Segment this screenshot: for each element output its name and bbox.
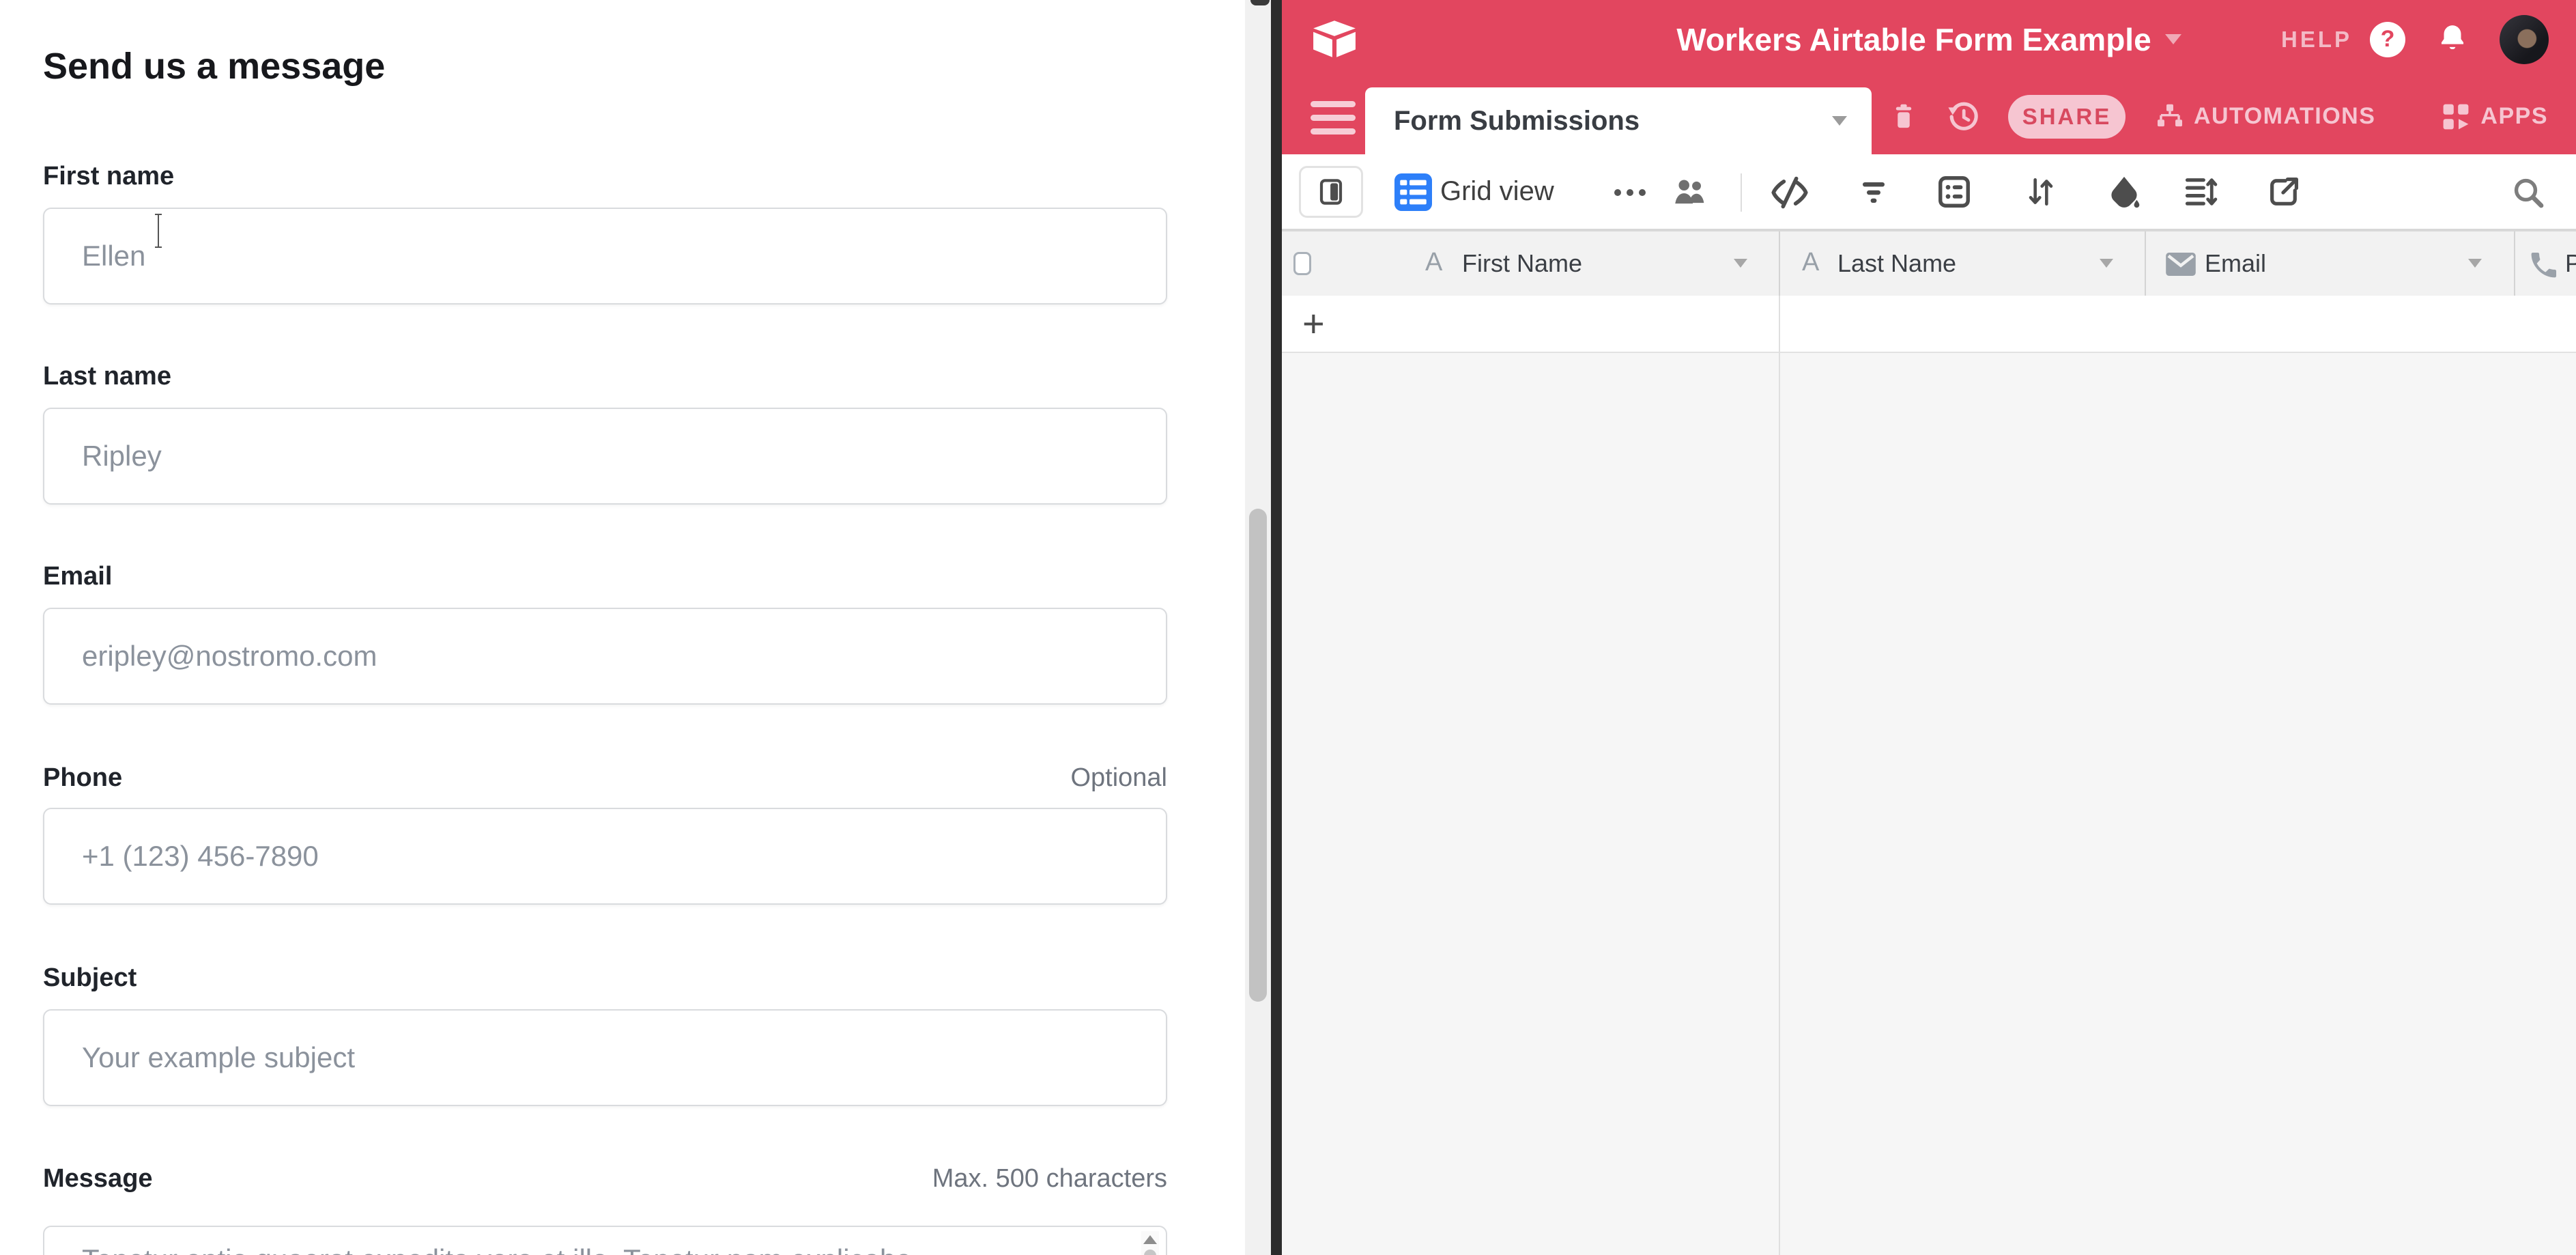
first-name-input[interactable] bbox=[43, 208, 1167, 305]
view-toolbar: Grid view bbox=[1282, 154, 2576, 230]
airtable-tabbar: Form Submissions SHARE bbox=[1282, 79, 2576, 154]
sort-icon[interactable] bbox=[2024, 173, 2058, 210]
toolbar-divider bbox=[1741, 173, 1742, 212]
column-caret-icon[interactable] bbox=[2100, 259, 2113, 268]
filter-icon[interactable] bbox=[1857, 176, 1891, 209]
window-divider bbox=[1271, 0, 1282, 1255]
first-name-label: First name bbox=[43, 162, 174, 191]
view-name-label[interactable]: Grid view bbox=[1440, 176, 1554, 207]
message-scrollbar-thumb[interactable] bbox=[1144, 1250, 1156, 1255]
search-icon[interactable] bbox=[2510, 175, 2547, 212]
column-resize-handle[interactable] bbox=[2145, 231, 2146, 297]
grid-header-row: A First Name A Last Name Email bbox=[1282, 230, 2576, 296]
table-tab-label: Form Submissions bbox=[1394, 106, 1640, 137]
hamburger-menu-icon[interactable] bbox=[1311, 101, 1356, 134]
airtable-topbar: Workers Airtable Form Example HELP ? bbox=[1282, 0, 2576, 79]
base-title-caret-icon[interactable] bbox=[2165, 34, 2181, 44]
subject-field[interactable] bbox=[43, 1009, 1167, 1106]
text-cursor bbox=[152, 213, 165, 249]
screenshot-root: Send us a message First name Last name E… bbox=[0, 0, 2576, 1255]
scrollbar-top-nub bbox=[1250, 0, 1270, 5]
phone-label: Phone bbox=[43, 763, 122, 793]
ellipsis-icon[interactable] bbox=[1612, 184, 1648, 201]
message-label: Message bbox=[43, 1164, 153, 1194]
help-question-icon[interactable]: ? bbox=[2370, 22, 2405, 57]
tab-form-submissions[interactable]: Form Submissions bbox=[1365, 87, 1872, 154]
add-record-row[interactable]: + bbox=[1282, 296, 2576, 353]
phone-field-type-icon bbox=[2528, 249, 2560, 281]
share-button[interactable]: SHARE bbox=[2008, 95, 2126, 139]
page-scrollbar-thumb[interactable] bbox=[1249, 509, 1267, 1002]
share-view-icon[interactable] bbox=[2266, 173, 2302, 210]
automations-button[interactable]: AUTOMATIONS bbox=[2154, 101, 2375, 132]
single-line-text-icon: A bbox=[1425, 248, 1442, 277]
column-resize-handle[interactable] bbox=[2514, 231, 2515, 297]
email-label: Email bbox=[43, 562, 112, 591]
help-button[interactable]: HELP bbox=[2281, 27, 2352, 53]
phone-field[interactable] bbox=[43, 808, 1167, 905]
column-caret-icon[interactable] bbox=[2468, 259, 2482, 268]
single-line-text-icon: A bbox=[1802, 248, 1819, 277]
row-height-icon[interactable] bbox=[2183, 173, 2218, 210]
trash-icon[interactable] bbox=[1889, 102, 1918, 131]
phone-optional-hint: Optional bbox=[1070, 763, 1167, 793]
collaborators-icon[interactable] bbox=[1672, 175, 1711, 210]
automations-icon bbox=[2154, 101, 2186, 132]
primary-column-separator bbox=[1779, 296, 1780, 1255]
add-record-plus-icon[interactable]: + bbox=[1302, 301, 1325, 346]
last-name-input[interactable] bbox=[43, 408, 1167, 505]
view-sidebar-toggle-button[interactable] bbox=[1299, 166, 1363, 218]
group-icon[interactable] bbox=[1936, 173, 1973, 210]
avatar[interactable] bbox=[2500, 15, 2549, 64]
airtable-window: Workers Airtable Form Example HELP ? For… bbox=[1282, 0, 2576, 1255]
message-maxchars-hint: Max. 500 characters bbox=[932, 1164, 1167, 1194]
message-scrollbar[interactable] bbox=[1141, 1231, 1159, 1255]
scroll-up-icon[interactable] bbox=[1143, 1235, 1157, 1244]
select-all-checkbox[interactable] bbox=[1293, 252, 1311, 275]
apps-icon bbox=[2439, 100, 2472, 133]
message-textarea[interactable]: Tenetur optio quaerat expedita vero et i… bbox=[43, 1226, 1167, 1255]
grid-view-icon[interactable] bbox=[1394, 173, 1432, 211]
email-field-type-icon bbox=[2165, 252, 2196, 277]
contact-form-pane: Send us a message First name Last name E… bbox=[0, 0, 1245, 1255]
hide-fields-icon[interactable] bbox=[1771, 175, 1809, 210]
sidebar-toggle-icon bbox=[1317, 174, 1345, 210]
form-title: Send us a message bbox=[43, 45, 385, 87]
last-name-label: Last name bbox=[43, 362, 171, 391]
table-caret-icon[interactable] bbox=[1832, 116, 1847, 126]
record-color-icon[interactable] bbox=[2106, 173, 2142, 210]
bell-icon[interactable] bbox=[2435, 21, 2470, 58]
apps-button[interactable]: APPS bbox=[2439, 100, 2548, 133]
subject-label: Subject bbox=[43, 963, 137, 993]
message-placeholder: Tenetur optio quaerat expedita vero et i… bbox=[82, 1243, 912, 1255]
email-field[interactable] bbox=[43, 608, 1167, 705]
column-resize-handle[interactable] bbox=[1779, 231, 1780, 297]
history-icon[interactable] bbox=[1947, 100, 1979, 133]
base-title[interactable]: Workers Airtable Form Example bbox=[1676, 21, 2151, 58]
column-caret-icon[interactable] bbox=[1734, 259, 1747, 268]
